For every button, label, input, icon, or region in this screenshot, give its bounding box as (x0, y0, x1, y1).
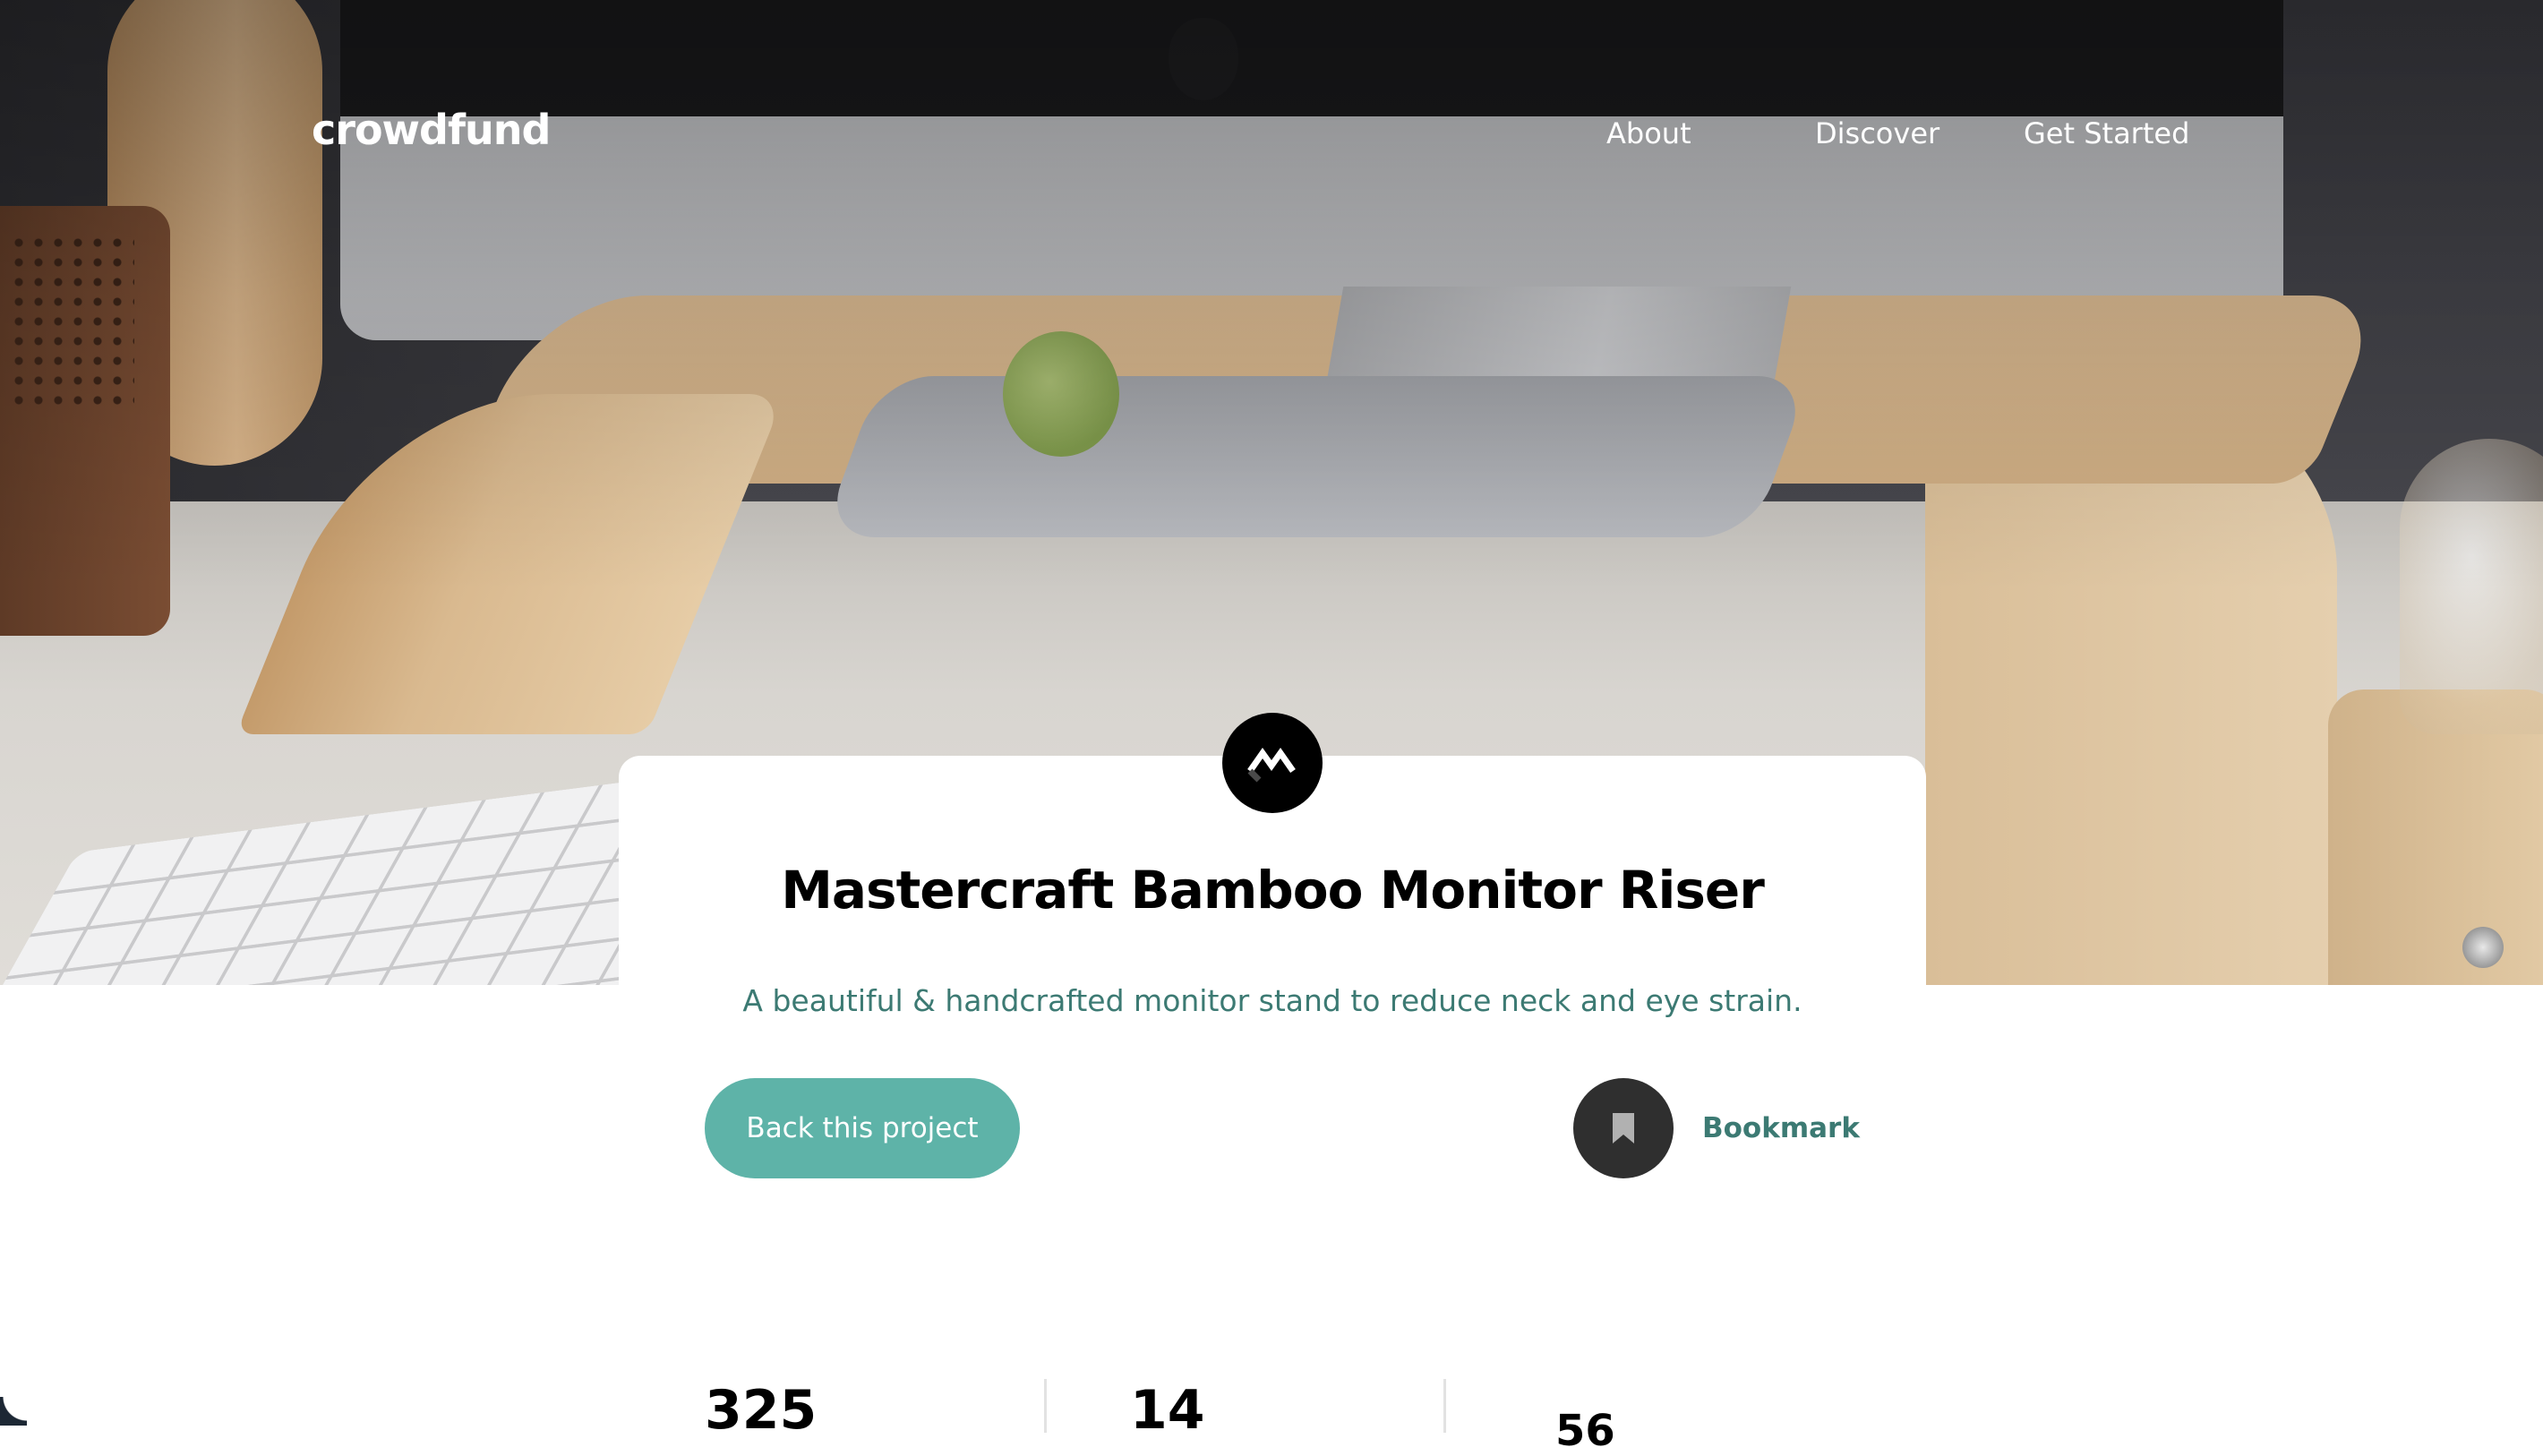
bookmark-circle[interactable] (1573, 1078, 1674, 1178)
stat-total-backers: 14 (1130, 1379, 1205, 1442)
project-title: Mastercraft Bamboo Monitor Riser (781, 860, 1765, 921)
bookmark-icon (1613, 1113, 1634, 1143)
page-corner (0, 1397, 27, 1426)
stat-divider (1443, 1379, 1446, 1433)
mastercraft-logo-glyph (1247, 747, 1296, 783)
mastercraft-logo-icon (1222, 713, 1323, 813)
nav-get-started-link[interactable]: Get Started (2024, 116, 2189, 150)
bookmark-button[interactable]: Bookmark (1573, 1078, 1860, 1178)
main-nav: About Discover Get Started (0, 116, 2543, 161)
stat-days-left: 56 (1555, 1406, 1615, 1456)
back-project-button[interactable]: Back this project (705, 1078, 1020, 1178)
bookmark-label: Bookmark (1702, 1112, 1860, 1144)
stat-backed-amount: 325 (705, 1379, 818, 1442)
nav-about-link[interactable]: About (1606, 116, 1691, 150)
stat-divider (1044, 1379, 1047, 1433)
nav-discover-link[interactable]: Discover (1815, 116, 1939, 150)
project-subtitle: A beautiful & handcrafted monitor stand … (742, 983, 1802, 1018)
